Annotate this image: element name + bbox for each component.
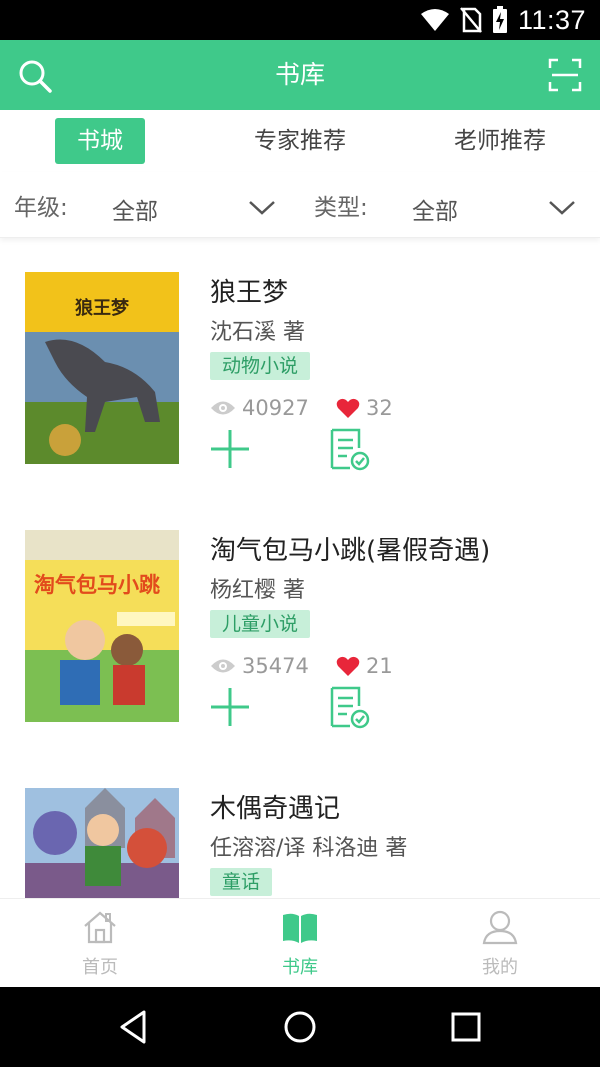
status-icons: 11:37 <box>420 4 586 36</box>
home-button-icon[interactable] <box>282 1009 318 1045</box>
wifi-icon <box>420 9 449 31</box>
book-cover-image[interactable]: 狼王梦 <box>25 272 179 464</box>
book-title[interactable]: 木偶奇遇记 <box>210 788 340 825</box>
heart-icon[interactable] <box>336 397 360 419</box>
battery-charging-icon <box>492 6 507 33</box>
view-count-value: 35474 <box>242 654 309 678</box>
nav-item-profile[interactable]: 我的 <box>400 899 600 988</box>
book-icon <box>283 913 317 943</box>
eye-icon <box>211 659 235 673</box>
book-list-item[interactable]: 淘气包马小跳 淘气包马小跳(暑假奇遇) 杨红樱 著 儿童小说 35474 21 <box>0 530 600 750</box>
book-category-tag: 儿童小说 <box>210 610 311 638</box>
like-count-value: 21 <box>366 654 393 678</box>
book-title[interactable]: 狼王梦 <box>210 272 288 309</box>
grade-filter-label: 年级: <box>14 195 68 221</box>
view-count: 40927 <box>210 396 309 420</box>
status-bar: 11:37 <box>0 0 600 40</box>
nav-label: 书库 <box>282 957 318 978</box>
status-time: 11:37 <box>517 4 586 35</box>
nav-label: 首页 <box>82 957 118 978</box>
eye-icon <box>211 401 235 415</box>
back-icon[interactable] <box>116 1009 152 1045</box>
view-count-value: 40927 <box>242 396 309 420</box>
tab-bookstore[interactable]: 书城 <box>55 118 145 164</box>
type-filter-value[interactable]: 全部 <box>412 192 458 226</box>
book-title[interactable]: 淘气包马小跳(暑假奇遇) <box>210 530 490 567</box>
add-to-shelf-icon[interactable] <box>210 687 250 727</box>
nav-label: 我的 <box>482 957 518 978</box>
like-count-value: 32 <box>366 396 393 420</box>
page-title: 书库 <box>274 60 325 89</box>
chevron-down-icon[interactable] <box>548 198 576 216</box>
filter-bar: 年级: 全部 类型: 全部 <box>0 172 600 238</box>
book-list-item[interactable]: 木偶奇遇记 任溶溶/译 科洛迪 著 童话 <box>0 788 600 898</box>
book-category-tag: 动物小说 <box>210 352 311 380</box>
category-tabs: 书城 专家推荐 老师推荐 <box>0 110 600 172</box>
no-sim-icon <box>459 7 482 33</box>
heart-icon[interactable] <box>336 655 360 677</box>
book-author: 杨红樱 著 <box>210 578 305 603</box>
book-category-tag: 童话 <box>210 868 273 896</box>
reading-list-check-icon[interactable] <box>329 428 371 472</box>
bottom-nav: 首页 书库 我的 <box>0 898 600 987</box>
nav-item-home[interactable]: 首页 <box>0 899 200 988</box>
chevron-down-icon[interactable] <box>248 198 276 216</box>
type-filter-label: 类型: <box>314 195 368 221</box>
system-nav-bar <box>0 987 600 1067</box>
user-icon <box>482 910 518 945</box>
tab-expert-recommend[interactable]: 专家推荐 <box>230 118 370 164</box>
add-to-shelf-icon[interactable] <box>210 429 250 469</box>
book-list-item[interactable]: 狼王梦 狼王梦 沈石溪 著 动物小说 40927 32 <box>0 272 600 492</box>
book-author: 任溶溶/译 科洛迪 著 <box>210 836 408 861</box>
cover-title-text: 狼王梦 <box>75 297 130 319</box>
book-author: 沈石溪 著 <box>210 320 305 345</box>
home-icon <box>84 911 116 944</box>
book-cover-image[interactable]: 淘气包马小跳 <box>25 530 179 722</box>
cover-title-text: 淘气包马小跳 <box>34 573 160 597</box>
book-cover-image[interactable] <box>25 788 179 898</box>
app-header: 书库 <box>0 40 600 110</box>
grade-filter-value[interactable]: 全部 <box>112 192 158 226</box>
view-count: 35474 <box>210 654 309 678</box>
tab-teacher-recommend[interactable]: 老师推荐 <box>430 118 570 164</box>
recents-icon[interactable] <box>448 1009 484 1045</box>
scan-icon[interactable] <box>548 58 582 92</box>
reading-list-check-icon[interactable] <box>329 686 371 730</box>
nav-item-library[interactable]: 书库 <box>200 899 400 988</box>
like-count[interactable]: 32 <box>336 396 393 420</box>
like-count[interactable]: 21 <box>336 654 393 678</box>
